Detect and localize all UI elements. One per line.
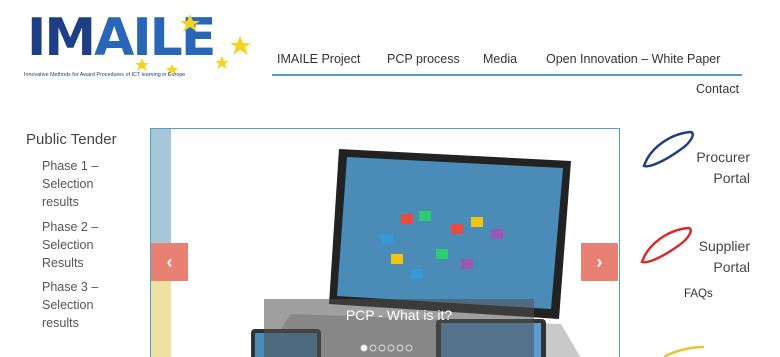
procurer-portal-line2: Portal	[713, 170, 750, 186]
slider-dot	[396, 344, 404, 352]
nav-item-media[interactable]: Media	[483, 52, 517, 66]
procurer-portal-line1: Procurer	[696, 149, 750, 165]
nav-item-open-innovation[interactable]: Open Innovation – White Paper	[546, 52, 720, 66]
supplier-portal-line2: Portal	[713, 259, 750, 275]
procurer-portal-link[interactable]: Procurer Portal	[680, 147, 750, 189]
slide-caption: PCP - What is it?	[264, 299, 534, 357]
nav-item-pcp-process[interactable]: PCP process	[387, 52, 460, 66]
supplier-portal-link[interactable]: Supplier Portal	[680, 236, 750, 278]
page: IMAILE Innovative Methods for Award Proc…	[0, 0, 780, 357]
slider-dot	[387, 344, 395, 352]
partial-portal-icon[interactable]	[660, 345, 720, 357]
faqs-link[interactable]: FAQs	[684, 288, 713, 300]
slider-dot	[360, 344, 368, 352]
slider-next-button[interactable]: ›	[581, 243, 618, 281]
imaile-logo[interactable]: IMAILE Innovative Methods for Award Proc…	[22, 8, 252, 83]
public-tender-heading: Public Tender	[26, 131, 117, 148]
slider-dot	[369, 344, 377, 352]
sidebar-item-phase-1[interactable]: Phase 1 – Selection results	[42, 157, 122, 211]
main-nav: IMAILE Project PCP process Media Open In…	[272, 52, 742, 76]
sidebar-item-phase-3[interactable]: Phase 3 – Selection results	[42, 278, 122, 332]
slider-prev-button[interactable]: ‹	[151, 243, 188, 281]
logo-subtitle: Innovative Methods for Award Procedures …	[24, 72, 186, 78]
sidebar-item-phase-2[interactable]: Phase 2 – Selection Results	[42, 218, 122, 272]
chevron-right-icon: ›	[596, 251, 603, 272]
image-slider[interactable]: ‹ › PCP - What is it?	[150, 128, 620, 357]
nav-item-imaile-project[interactable]: IMAILE Project	[277, 52, 360, 66]
slider-dot	[405, 344, 413, 352]
slider-dots	[360, 344, 413, 352]
chevron-left-icon: ‹	[166, 251, 173, 272]
nav-item-contact[interactable]: Contact	[696, 82, 739, 96]
supplier-portal-line1: Supplier	[698, 238, 750, 254]
slider-dot	[378, 344, 386, 352]
